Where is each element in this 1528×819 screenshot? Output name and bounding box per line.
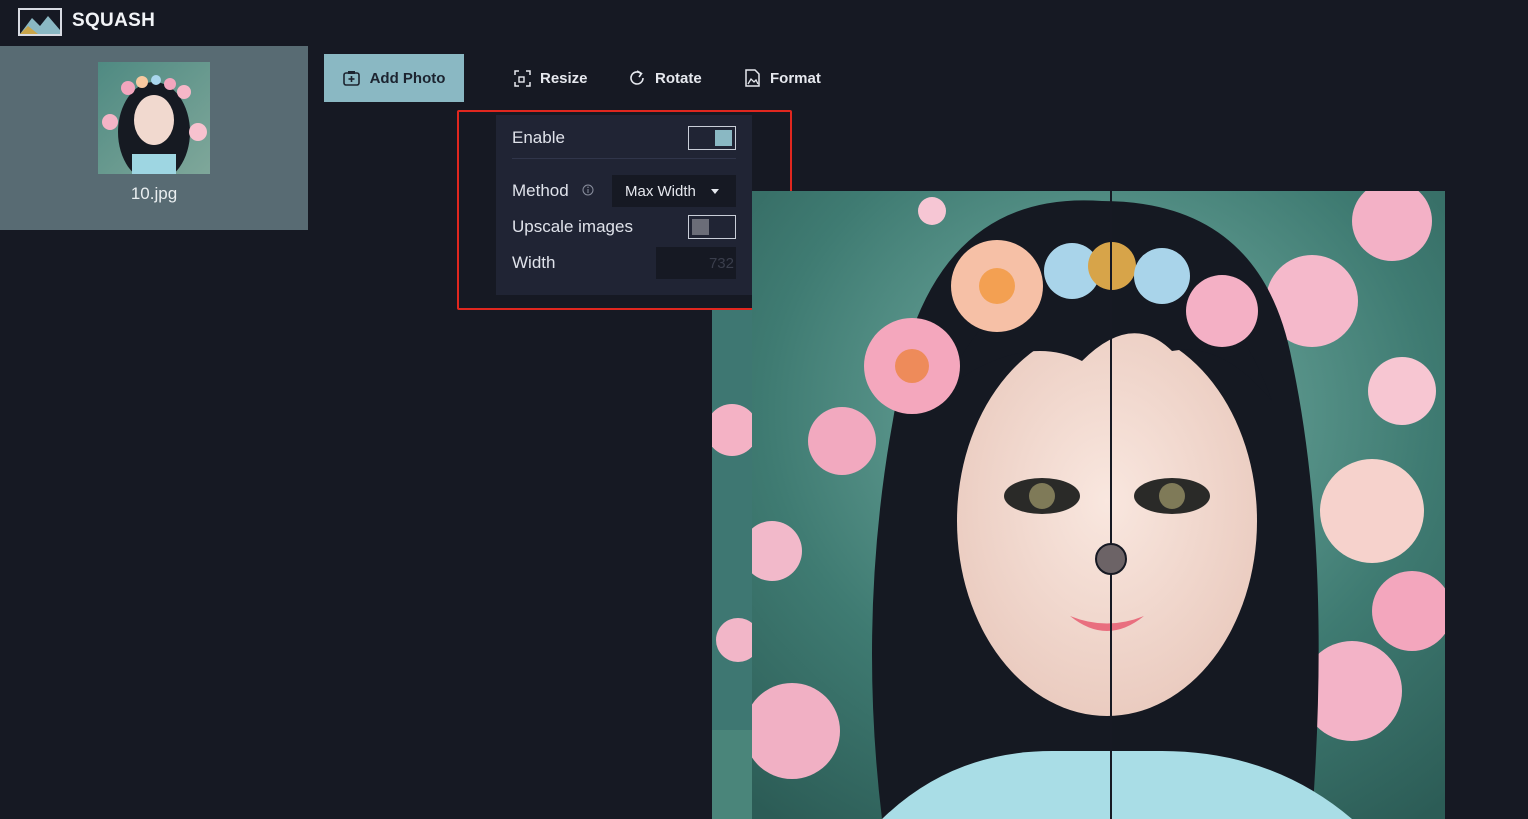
compare-divider-line[interactable] [1110, 191, 1112, 819]
add-photo-button[interactable]: Add Photo [324, 54, 464, 102]
info-icon[interactable] [582, 184, 594, 196]
method-label: Method [512, 181, 569, 200]
preview-image[interactable] [752, 191, 1445, 819]
chevron-down-icon [711, 189, 719, 194]
compare-slider-handle[interactable] [1095, 543, 1127, 575]
add-photo-label: Add Photo [369, 69, 446, 87]
app-header: SQUASH [0, 0, 1528, 46]
enable-toggle[interactable] [688, 126, 736, 150]
rotate-label: Rotate [655, 69, 702, 87]
width-input[interactable] [656, 247, 736, 279]
upscale-label: Upscale images [512, 217, 633, 236]
resize-label: Resize [540, 69, 588, 87]
format-label: Format [770, 69, 821, 87]
format-icon [745, 69, 760, 87]
width-label: Width [512, 253, 556, 272]
resize-settings-panel: Enable Method Max Width Upscale images W… [496, 115, 752, 295]
panel-divider [512, 158, 736, 159]
rotate-tool-button[interactable]: Rotate [628, 62, 702, 94]
method-select-value: Max Width [625, 182, 696, 200]
preview-image-original [712, 310, 752, 819]
app-title: SQUASH [72, 10, 156, 31]
toggle-knob [715, 130, 732, 146]
format-tool-button[interactable]: Format [744, 62, 821, 94]
enable-label: Enable [512, 128, 565, 147]
logo-icon [18, 8, 62, 36]
add-photo-icon [342, 71, 360, 86]
resize-tool-button[interactable]: Resize [514, 62, 588, 94]
method-select[interactable]: Max Width [612, 175, 736, 207]
file-thumbnail[interactable] [98, 62, 210, 174]
resize-icon [514, 69, 531, 87]
toggle-knob [692, 219, 709, 235]
file-name: 10.jpg [130, 184, 178, 203]
rotate-icon [630, 70, 644, 85]
file-card[interactable]: 10.jpg [0, 46, 308, 230]
upscale-toggle[interactable] [688, 215, 736, 239]
